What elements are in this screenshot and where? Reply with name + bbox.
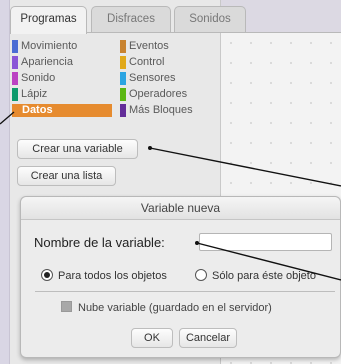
radio-dot-icon	[195, 269, 207, 281]
outer-border	[0, 0, 10, 364]
category-label: Apariencia	[21, 56, 73, 68]
dialog-divider	[35, 291, 335, 292]
category-lapiz[interactable]: Lápiz	[12, 88, 47, 101]
category-eventos[interactable]: Eventos	[120, 40, 169, 53]
category-label: Sensores	[129, 72, 176, 84]
radio-dot-icon	[41, 269, 53, 281]
radio-this-label: Sólo para éste objeto	[212, 270, 316, 282]
tab-bar: Programas Disfraces Sonidos	[10, 6, 341, 34]
dialog-title[interactable]: Variable nueva	[21, 197, 340, 220]
category-operadores[interactable]: Operadores	[120, 88, 187, 101]
category-color-swatch	[120, 56, 126, 69]
radio-all-label: Para todos los objetos	[58, 270, 167, 282]
tab-disfraces[interactable]: Disfraces	[91, 6, 171, 32]
category-color-swatch	[120, 88, 126, 101]
category-control[interactable]: Control	[120, 56, 164, 69]
cloud-variable-label: Nube variable (guardado en el servidor)	[78, 302, 272, 314]
category-color-swatch	[12, 56, 18, 69]
radio-all-sprites[interactable]: Para todos los objetos	[41, 269, 167, 282]
category-color-swatch	[12, 40, 18, 53]
make-variable-button[interactable]: Crear una variable	[17, 139, 138, 159]
category-datos[interactable]: Datos	[12, 104, 112, 117]
tab-programas[interactable]: Programas	[10, 6, 87, 34]
category-sonido[interactable]: Sonido	[12, 72, 55, 85]
category-label: Eventos	[129, 40, 169, 52]
new-variable-dialog: Variable nueva Nombre de la variable: Pa…	[20, 196, 341, 358]
variable-name-input[interactable]	[199, 233, 332, 251]
cancel-button[interactable]: Cancelar	[179, 328, 237, 348]
ok-button[interactable]: OK	[131, 328, 173, 348]
category-mas-bloques[interactable]: Más Bloques	[120, 104, 193, 117]
category-label: Sonido	[21, 72, 56, 84]
category-sensores[interactable]: Sensores	[120, 72, 175, 85]
category-label: Lápiz	[21, 88, 48, 100]
category-label: Operadores	[129, 88, 188, 100]
category-label: Control	[129, 56, 165, 68]
category-color-swatch	[120, 104, 126, 117]
category-color-swatch	[120, 40, 126, 53]
category-movimiento[interactable]: Movimiento	[12, 40, 77, 53]
category-apariencia[interactable]: Apariencia	[12, 56, 73, 69]
category-color-swatch	[12, 72, 18, 85]
category-label: Datos	[22, 104, 53, 116]
category-label: Movimiento	[21, 40, 78, 52]
category-color-swatch	[12, 88, 18, 101]
category-label: Más Bloques	[129, 104, 193, 116]
category-color-swatch	[120, 72, 126, 85]
radio-this-sprite[interactable]: Sólo para éste objeto	[195, 269, 316, 282]
variable-name-label: Nombre de la variable:	[34, 235, 165, 250]
checkbox-icon	[61, 301, 72, 312]
tab-sonidos[interactable]: Sonidos	[174, 6, 246, 32]
cloud-variable-checkbox[interactable]: Nube variable (guardado en el servidor)	[61, 301, 272, 314]
make-list-button[interactable]: Crear una lista	[17, 166, 116, 186]
